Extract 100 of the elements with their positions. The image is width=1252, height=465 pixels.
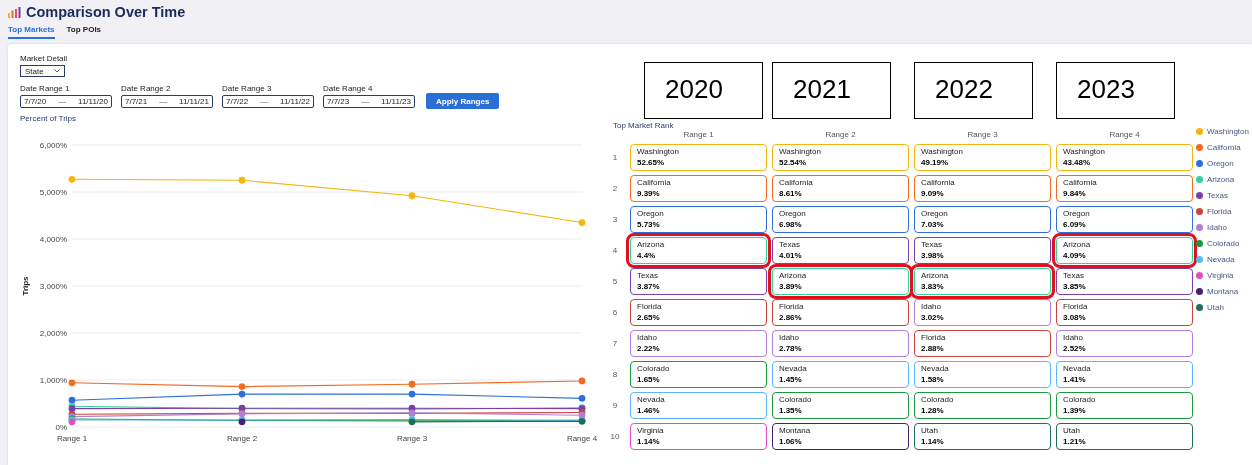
market-name: Virginia: [637, 426, 665, 436]
market-share: 1.14%: [921, 437, 945, 447]
market-share: 3.98%: [921, 251, 945, 261]
market-share: 9.39%: [637, 189, 661, 199]
legend-label: Arizona: [1207, 175, 1235, 184]
market-name: Florida: [779, 302, 805, 312]
market-share: 4.09%: [1063, 251, 1087, 261]
market-share: 2.88%: [921, 344, 945, 354]
market-share: 2.78%: [779, 344, 803, 354]
market-name: Texas: [637, 271, 659, 281]
market-name: Colorado: [1063, 395, 1097, 405]
market-name: Washington: [779, 147, 822, 157]
column-header: Range 1: [682, 130, 715, 140]
market-share: 1.28%: [921, 406, 945, 416]
market-share: 1.58%: [921, 375, 945, 385]
market-name: Nevada: [1063, 364, 1092, 374]
market-share: 3.08%: [1063, 313, 1087, 323]
market-share: 1.14%: [637, 437, 661, 447]
axis-tick-label: 2,000%: [39, 329, 67, 338]
market-name: Idaho: [921, 302, 943, 312]
market-share: 4.01%: [779, 251, 803, 261]
market-name: Nevada: [779, 364, 808, 374]
market-name: Florida: [1063, 302, 1089, 312]
axis-title: Trips: [21, 276, 30, 296]
market-share: 43.48%: [1063, 158, 1092, 168]
axis-tick-label: 0%: [55, 423, 67, 432]
market-name: Washington: [921, 147, 964, 157]
axis-tick-label: 5,000%: [39, 188, 67, 197]
market-name: Idaho: [637, 333, 659, 343]
rank-number: 8: [611, 370, 619, 379]
market-share: 2.22%: [637, 344, 661, 354]
axis-tick-label: Range 4: [566, 434, 598, 443]
rank-number: 7: [611, 339, 619, 348]
market-share: 9.09%: [921, 189, 945, 199]
year-label: 2023: [1056, 62, 1175, 119]
axis-tick-label: 4,000%: [39, 235, 67, 244]
axis-tick-label: 3,000%: [39, 282, 67, 291]
rank-number: 10: [609, 432, 621, 441]
panel-title: Top Market Rank: [613, 121, 675, 130]
field-label: Date Range 2: [121, 84, 172, 93]
market-name: Arizona: [1063, 240, 1092, 250]
rank-number: 5: [611, 277, 619, 286]
market-name: Colorado: [921, 395, 955, 405]
year-label: 2020: [644, 62, 763, 119]
market-share: 1.21%: [1063, 437, 1087, 447]
market-name: Nevada: [921, 364, 950, 374]
market-name: Texas: [921, 240, 943, 250]
market-name: Texas: [1063, 271, 1085, 281]
market-name: Oregon: [1063, 209, 1091, 219]
legend-label: Virginia: [1207, 271, 1234, 280]
market-name: California: [637, 178, 672, 188]
column-header: Range 4: [1108, 130, 1141, 140]
axis-tick-label: Range 3: [396, 434, 428, 443]
market-name: Utah: [1063, 426, 1081, 436]
market-name: Oregon: [779, 209, 807, 219]
market-share: 7.03%: [921, 220, 945, 230]
market-share: 1.65%: [637, 375, 661, 385]
market-share: 4.4%: [637, 251, 657, 261]
year-label: 2022: [914, 62, 1033, 119]
market-name: Montana: [779, 426, 812, 436]
market-name: Nevada: [637, 395, 666, 405]
market-share: 3.87%: [637, 282, 661, 292]
market-name: California: [1063, 178, 1098, 188]
market-share: 52.65%: [637, 158, 666, 168]
market-share: 2.86%: [779, 313, 803, 323]
market-name: Oregon: [921, 209, 949, 219]
legend-label: Florida: [1207, 207, 1232, 216]
axis-tick-label: 6,000%: [39, 141, 67, 150]
rank-number: 3: [611, 215, 619, 224]
market-name: California: [779, 178, 814, 188]
market-share: 6.09%: [1063, 220, 1087, 230]
market-share: 9.84%: [1063, 189, 1087, 199]
page-title: Comparison Over Time: [26, 4, 186, 20]
market-share: 3.02%: [921, 313, 945, 323]
market-name: Colorado: [637, 364, 671, 374]
market-share: 1.41%: [1063, 375, 1087, 385]
rank-number: 9: [611, 401, 619, 410]
market-name: Texas: [779, 240, 801, 250]
market-name: Washington: [1063, 147, 1106, 157]
market-name: Florida: [637, 302, 663, 312]
legend-label: California: [1207, 143, 1241, 152]
market-share: 2.65%: [637, 313, 661, 323]
market-share: 2.52%: [1063, 344, 1087, 354]
market-share: 1.45%: [779, 375, 803, 385]
market-share: 3.85%: [1063, 282, 1087, 292]
column-header: Range 3: [966, 130, 999, 140]
legend-label: Oregon: [1207, 159, 1234, 168]
legend-label: Washington: [1207, 127, 1249, 136]
rank-number: 4: [611, 246, 619, 255]
market-name: Washington: [637, 147, 680, 157]
legend-label: Colorado: [1207, 239, 1240, 248]
market-name: Idaho: [779, 333, 801, 343]
market-share: 49.19%: [921, 158, 950, 168]
field-label: Market Detail: [20, 54, 69, 63]
rank-number: 6: [611, 308, 619, 317]
market-share: 1.35%: [779, 406, 803, 416]
market-share: 5.73%: [637, 220, 661, 230]
legend-label: Montana: [1207, 287, 1239, 296]
market-share: 8.61%: [779, 189, 803, 199]
market-share: 6.98%: [779, 220, 803, 230]
